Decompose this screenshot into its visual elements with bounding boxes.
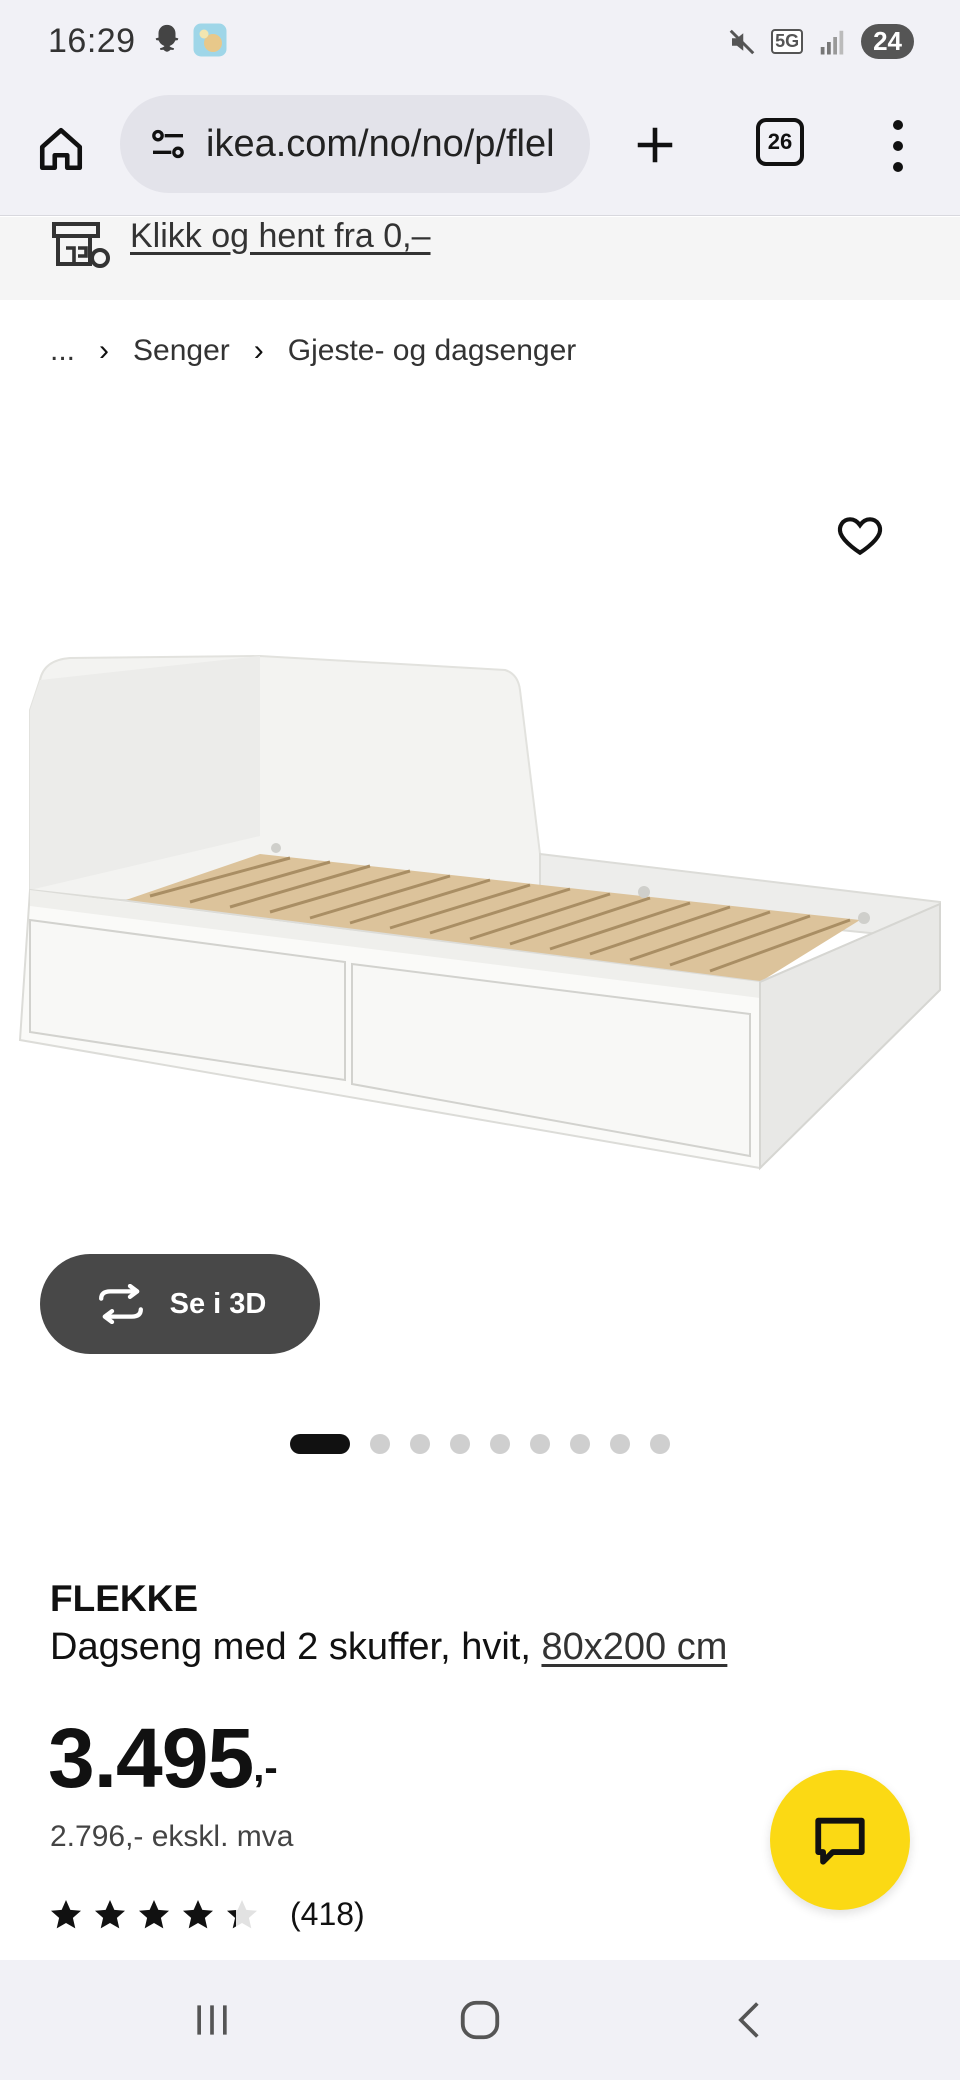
- breadcrumb-gjeste-dagsenger[interactable]: Gjeste- og dagsenger: [288, 334, 577, 368]
- chevron-right-icon: ›: [99, 334, 110, 367]
- url-text[interactable]: ikea.com/no/no/p/flel: [206, 123, 555, 166]
- status-time: 16:29: [48, 22, 136, 60]
- notification-icons: [150, 22, 228, 58]
- system-navigation-bar: [0, 1960, 960, 2080]
- heart-icon: [837, 517, 883, 556]
- product-description-text: Dagseng med 2 skuffer, hvit,: [50, 1626, 531, 1668]
- home-circle-icon: [460, 2000, 500, 2040]
- star-partial-icon: [227, 1899, 257, 1928]
- price-main: 3.495: [48, 1711, 254, 1805]
- tune-icon[interactable]: [148, 124, 188, 164]
- carousel-dot[interactable]: [650, 1434, 670, 1454]
- product-brand: FLEKKE: [50, 1578, 198, 1619]
- carousel-dot-active[interactable]: [290, 1434, 350, 1454]
- app-notification-icon: [193, 23, 227, 57]
- carousel-dot[interactable]: [610, 1434, 630, 1454]
- view-3d-label: Se i 3D: [169, 1287, 267, 1320]
- carousel-dot[interactable]: [450, 1434, 470, 1454]
- breadcrumb-ellipsis[interactable]: ...: [50, 334, 75, 368]
- carousel-dot[interactable]: [410, 1434, 430, 1454]
- signal-icon: [820, 30, 844, 54]
- price-ex-vat: 2.796,- ekskl. mva: [50, 1820, 294, 1853]
- recents-icon: [197, 2005, 227, 2035]
- carousel-dot[interactable]: [570, 1434, 590, 1454]
- recents-button[interactable]: [152, 1960, 272, 2080]
- address-bar[interactable]: ikea.com/no/no/p/flel: [120, 95, 590, 193]
- plus-icon: [637, 127, 673, 163]
- view-3d-button[interactable]: Se i 3D: [40, 1254, 320, 1354]
- product-price: 3.495 ,-: [48, 1708, 278, 1828]
- home-button[interactable]: [30, 118, 92, 180]
- browser-toolbar: ikea.com/no/no/p/flel 26: [0, 90, 960, 216]
- battery-indicator: 24: [861, 24, 914, 59]
- carousel-dot[interactable]: [530, 1434, 550, 1454]
- snapchat-icon: [155, 24, 179, 52]
- breadcrumb: ... › Senger › Gjeste- og dagsenger: [50, 334, 576, 368]
- tab-switcher-button[interactable]: 26: [756, 118, 804, 166]
- chat-button[interactable]: [770, 1770, 910, 1910]
- carousel-dot[interactable]: [490, 1434, 510, 1454]
- status-right-icons: 5G 24: [727, 24, 914, 59]
- rotate-3d-icon: [98, 1284, 143, 1324]
- favorite-button[interactable]: [832, 508, 888, 564]
- star-filled-icon: [139, 1899, 169, 1928]
- more-vertical-icon[interactable]: [878, 116, 918, 176]
- home-nav-button[interactable]: [420, 1960, 540, 2080]
- store-pickup-icon: [52, 222, 110, 268]
- back-icon: [738, 2002, 759, 2038]
- network-label: 5G: [771, 29, 804, 54]
- price-suffix: ,-: [253, 1746, 278, 1790]
- mute-icon: [729, 29, 755, 54]
- product-description: Dagseng med 2 skuffer, hvit, 80x200 cm: [50, 1626, 727, 1669]
- carousel-dot[interactable]: [370, 1434, 390, 1454]
- star-filled-icon: [183, 1899, 213, 1928]
- new-tab-button[interactable]: [626, 116, 684, 174]
- status-bar: 16:29 5G 24: [0, 0, 960, 90]
- product-rating[interactable]: (418): [48, 1896, 365, 1933]
- chevron-right-icon: ›: [253, 334, 264, 367]
- home-icon: [39, 127, 83, 171]
- chat-icon: [815, 1817, 865, 1865]
- carousel-indicators: [290, 1434, 670, 1454]
- star-filled-icon: [51, 1899, 81, 1928]
- promo-banner: Klikk og hent fra 0,–: [0, 217, 960, 300]
- breadcrumb-senger[interactable]: Senger: [133, 334, 230, 368]
- rating-count[interactable]: (418): [290, 1896, 365, 1933]
- product-image[interactable]: [0, 600, 960, 1260]
- star-filled-icon: [95, 1899, 125, 1928]
- product-size-link[interactable]: 80x200 cm: [541, 1626, 727, 1668]
- back-button[interactable]: [690, 1960, 810, 2080]
- click-collect-link[interactable]: Klikk og hent fra 0,–: [130, 217, 431, 256]
